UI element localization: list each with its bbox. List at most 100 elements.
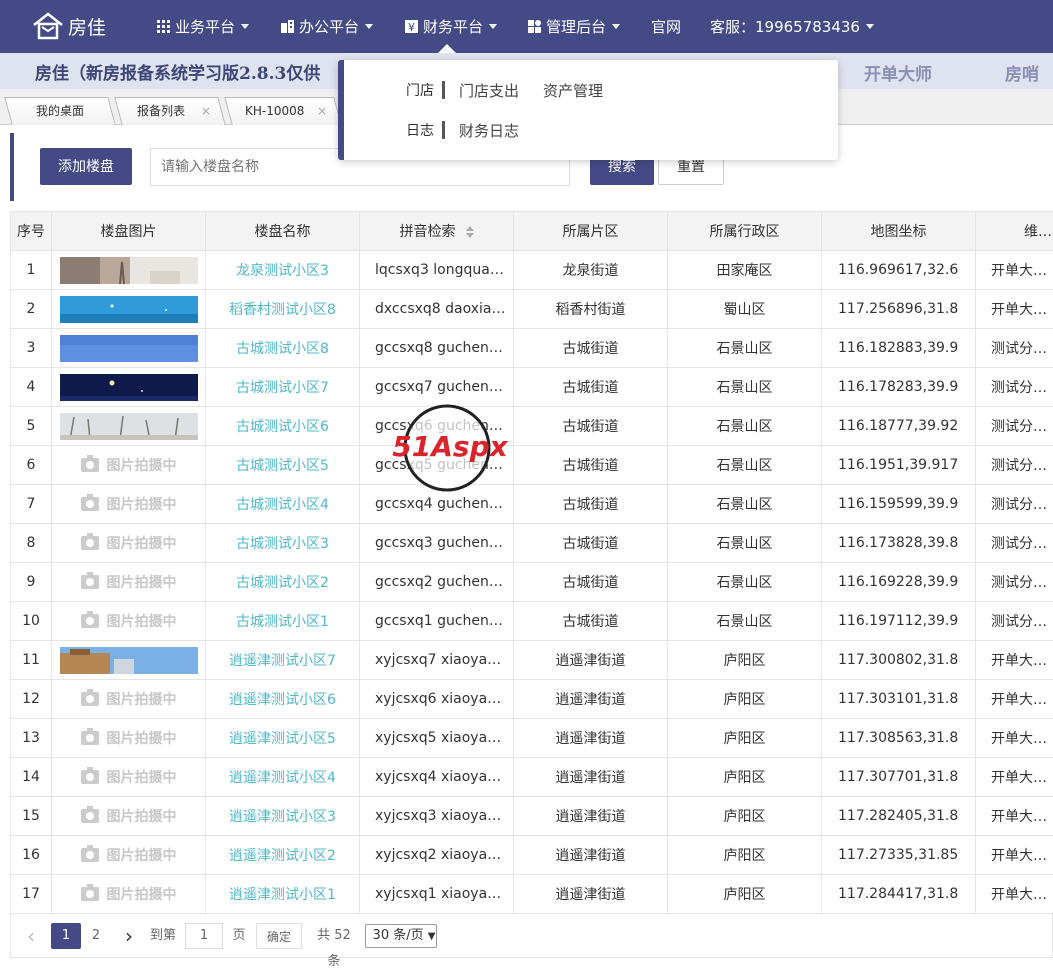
cell-area: 逍遥津街道 [514, 797, 668, 836]
table-row: 12图片拍摄中逍遥津测试小区6xyjcsxq6 xiaoyaojinceshi逍… [11, 680, 1053, 719]
cell-no: 14 [11, 758, 52, 797]
table-row: 1龙泉测试小区3lqcsxq3 longquanceshixiaoqu3龙泉街道… [11, 251, 1053, 290]
col-header-no: 序号 [11, 212, 52, 251]
page-1-button[interactable]: 1 [51, 923, 81, 949]
property-name-link[interactable]: 逍遥津测试小区7 [206, 641, 360, 680]
property-name-link[interactable]: 古城测试小区8 [206, 329, 360, 368]
cell-no: 3 [11, 329, 52, 368]
chevron-down-icon [866, 24, 874, 29]
property-name-link[interactable]: 古城测试小区3 [206, 524, 360, 563]
tab-report-list[interactable]: 报备列表 × [114, 97, 226, 125]
property-name-link[interactable]: 逍遥津测试小区2 [206, 836, 360, 875]
property-name-link[interactable]: 逍遥津测试小区5 [206, 719, 360, 758]
tab-my-desktop[interactable]: 我的桌面 [4, 97, 116, 125]
property-photo[interactable] [52, 296, 205, 323]
property-photo[interactable] [52, 647, 205, 674]
col-header-pinyin[interactable]: 拼音检索 [360, 212, 514, 251]
property-name-link[interactable]: 逍遥津测试小区1 [206, 875, 360, 914]
cell-maintainer: 开单大师-- [976, 719, 1053, 758]
cell-maintainer: 测试分公司 [976, 407, 1053, 446]
cell-image: 图片拍摄中 [52, 758, 206, 797]
dropdown-row-store: 门店 门店支出 资产管理 [344, 78, 627, 102]
menu-item-finance-log[interactable]: 财务日志 [459, 120, 519, 141]
close-icon[interactable]: × [317, 98, 327, 124]
cell-coord: 117.300802,31.8 [822, 641, 976, 680]
col-header-maintainer: 维护 [976, 212, 1053, 251]
cell-area: 古城街道 [514, 368, 668, 407]
cell-image: 图片拍摄中 [52, 836, 206, 875]
cell-pinyin: gccsxq8 guchengceshi [360, 329, 514, 368]
page-2-button[interactable]: 2 [85, 923, 107, 949]
cell-coord: 117.284417,31.8 [822, 875, 976, 914]
property-name-link[interactable]: 逍遥津测试小区6 [206, 680, 360, 719]
table-row: 17图片拍摄中逍遥津测试小区1xyjcsxq1 xiaoyaojinceshi逍… [11, 875, 1053, 914]
property-name-link[interactable]: 逍遥津测试小区4 [206, 758, 360, 797]
cell-no: 8 [11, 524, 52, 563]
nav-customer-service[interactable]: 客服：19965783436 [710, 0, 874, 53]
nav-office-platform[interactable]: 办公平台 [280, 0, 373, 53]
property-name-link[interactable]: 古城测试小区4 [206, 485, 360, 524]
page-size-select[interactable]: 30 条/页 ▼ [365, 924, 437, 948]
cell-no: 2 [11, 290, 52, 329]
cell-no: 12 [11, 680, 52, 719]
dashboard-icon [527, 19, 542, 34]
cell-area: 古城街道 [514, 563, 668, 602]
goto-page-input[interactable]: 1 [185, 923, 223, 949]
cell-area: 逍遥津街道 [514, 719, 668, 758]
property-name-link[interactable]: 古城测试小区7 [206, 368, 360, 407]
tab-customer-kh-10008[interactable]: KH-10008 × [224, 97, 342, 125]
property-name-link[interactable]: 古城测试小区2 [206, 563, 360, 602]
property-photo[interactable] [52, 374, 205, 401]
close-icon[interactable]: × [201, 98, 211, 124]
property-photo[interactable] [52, 413, 205, 440]
placeholder-text: 图片拍摄中 [107, 494, 177, 514]
page-unit-label: 页 [231, 923, 247, 949]
property-name-link[interactable]: 逍遥津测试小区3 [206, 797, 360, 836]
nav-official-site[interactable]: 官网 [651, 0, 681, 53]
menu-item-asset-management[interactable]: 资产管理 [543, 80, 603, 101]
camera-icon [81, 497, 99, 511]
chevron-down-icon [489, 24, 497, 29]
nav-admin-backend[interactable]: 管理后台 [527, 0, 620, 53]
add-property-button[interactable]: 添加楼盘 [40, 148, 132, 185]
cell-no: 5 [11, 407, 52, 446]
property-photo[interactable] [52, 335, 205, 362]
banner-marquee-2: 房哨 [1005, 60, 1039, 85]
photo-placeholder: 图片拍摄中 [81, 689, 177, 709]
cell-coord: 116.159599,39.9 [822, 485, 976, 524]
property-name-link[interactable]: 古城测试小区5 [206, 446, 360, 485]
pagination: ‹ 1 2 › 到第 1 页 确定 共 52 条 30 条/页 ▼ [10, 914, 1053, 958]
cell-image: 图片拍摄中 [52, 446, 206, 485]
table-row: 10图片拍摄中古城测试小区1gccsxq1 guchengceshi古城街道石景… [11, 602, 1053, 641]
nav-label: 业务平台 [175, 2, 235, 52]
brand-logo[interactable]: 房佳 [32, 10, 106, 42]
property-name-link[interactable]: 龙泉测试小区3 [206, 251, 360, 290]
property-name-link[interactable]: 稻香村测试小区8 [206, 290, 360, 329]
menu-item-store-expense[interactable]: 门店支出 [459, 80, 519, 101]
dropdown-pointer [438, 44, 456, 53]
property-name-link[interactable]: 古城测试小区1 [206, 602, 360, 641]
camera-icon [81, 731, 99, 745]
cell-pinyin: gccsxq7 guchengceshi [360, 368, 514, 407]
cell-district: 石景山区 [668, 407, 822, 446]
property-name-link[interactable]: 古城测试小区6 [206, 407, 360, 446]
cell-image: 图片拍摄中 [52, 719, 206, 758]
next-page-icon[interactable]: › [119, 923, 139, 949]
tab-label: 报备列表 [137, 98, 185, 124]
nav-business-platform[interactable]: 业务平台 [156, 0, 249, 53]
cell-coord: 116.182883,39.9 [822, 329, 976, 368]
table-body: 1龙泉测试小区3lqcsxq3 longquanceshixiaoqu3龙泉街道… [11, 251, 1053, 914]
photo-placeholder: 图片拍摄中 [81, 572, 177, 592]
property-photo[interactable] [52, 257, 205, 284]
grid-icon [156, 19, 171, 34]
prev-page-icon[interactable]: ‹ [23, 923, 39, 949]
divider [442, 121, 445, 139]
table-row: 5古城测试小区6gccsxq6 guchengceshi古城街道石景山区116.… [11, 407, 1053, 446]
placeholder-text: 图片拍摄中 [107, 455, 177, 475]
sort-icon[interactable] [466, 226, 474, 238]
cell-district: 石景山区 [668, 446, 822, 485]
cell-maintainer: 测试分公司 [976, 329, 1053, 368]
cell-coord: 116.169228,39.9 [822, 563, 976, 602]
goto-confirm-button[interactable]: 确定 [256, 923, 302, 949]
cell-district: 石景山区 [668, 563, 822, 602]
